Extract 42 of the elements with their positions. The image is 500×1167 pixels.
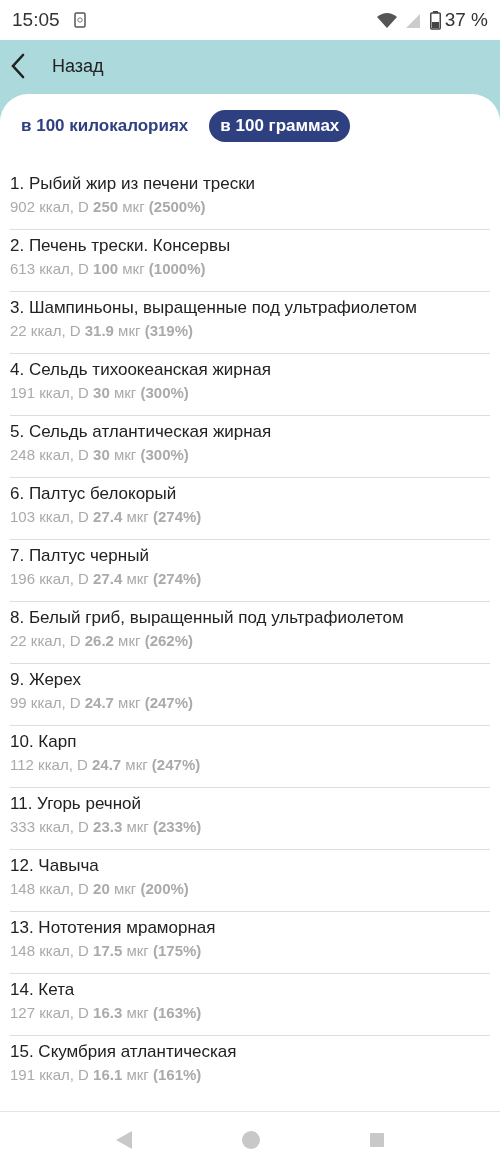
food-nutrition: 148 ккал, D 20 мкг (200%): [10, 879, 190, 899]
back-icon: [10, 53, 26, 79]
food-nutrition: 333 ккал, D 23.3 мкг (233%): [10, 817, 203, 837]
food-name: 2. Печень трески. Консервы: [10, 235, 232, 257]
food-name: 1. Рыбий жир из печени трески: [10, 173, 257, 195]
food-nutrition: 196 ккал, D 27.4 мкг (274%): [10, 569, 203, 589]
back-nav-icon[interactable]: [114, 1129, 133, 1150]
back-button[interactable]: Назад: [0, 46, 112, 86]
notification-icon: [73, 12, 86, 28]
battery-percent: 37 %: [444, 7, 488, 32]
food-nutrition: 191 ккал, D 16.1 мкг (161%): [10, 1065, 203, 1085]
recent-apps-icon[interactable]: [369, 1131, 386, 1148]
food-name: 8. Белый гриб, выращенный под ультрафиолетом: [10, 607, 405, 629]
food-name: 15. Скумбрия атлантическая: [10, 1041, 238, 1063]
home-nav-icon[interactable]: [242, 1130, 260, 1149]
filter-tab[interactable]: в 100 килокалориях: [10, 110, 200, 142]
status-time: 15:05: [12, 7, 60, 32]
battery-icon: [429, 10, 441, 30]
food-nutrition: 112 ккал, D 24.7 мкг (247%): [10, 755, 202, 775]
food-name: 5. Сельдь атлантическая жирная: [10, 421, 273, 443]
food-nutrition: 22 ккал, D 31.9 мкг (319%): [10, 321, 194, 341]
food-nutrition: 191 ккал, D 30 мкг (300%): [10, 383, 190, 403]
food-nutrition: 613 ккал, D 100 мкг (1000%): [10, 259, 207, 279]
food-name: 13. Нототения мраморная: [10, 917, 217, 939]
food-nutrition: 99 ккал, D 24.7 мкг (247%): [10, 693, 194, 713]
food-name: 10. Карп: [10, 731, 78, 753]
food-name: 6. Палтус белокорый: [10, 483, 178, 505]
food-nutrition: 22 ккал, D 26.2 мкг (262%): [10, 631, 194, 651]
food-nutrition: 103 ккал, D 27.4 мкг (274%): [10, 507, 203, 527]
food-nutrition: 248 ккал, D 30 мкг (300%): [10, 445, 190, 465]
food-name: 11. Угорь речной: [10, 793, 142, 815]
food-name: 12. Чавыча: [10, 855, 100, 877]
wifi-icon: [375, 11, 398, 29]
filter-tab[interactable]: в 100 граммах: [209, 110, 351, 142]
food-name: 7. Палтус черный: [10, 545, 150, 567]
food-name: 9. Жерех: [10, 669, 82, 691]
food-name: 4. Сельдь тихоокеанская жирная: [10, 359, 272, 381]
food-nutrition: 148 ккал, D 17.5 мкг (175%): [10, 941, 203, 961]
food-nutrition: 902 ккал, D 250 мкг (2500%): [10, 197, 207, 217]
food-name: 14. Кета: [10, 979, 76, 1001]
food-nutrition: 127 ккал, D 16.3 мкг (163%): [10, 1003, 203, 1023]
food-name: 3. Шампиньоны, выращенные под ультрафиолетом: [10, 297, 418, 319]
